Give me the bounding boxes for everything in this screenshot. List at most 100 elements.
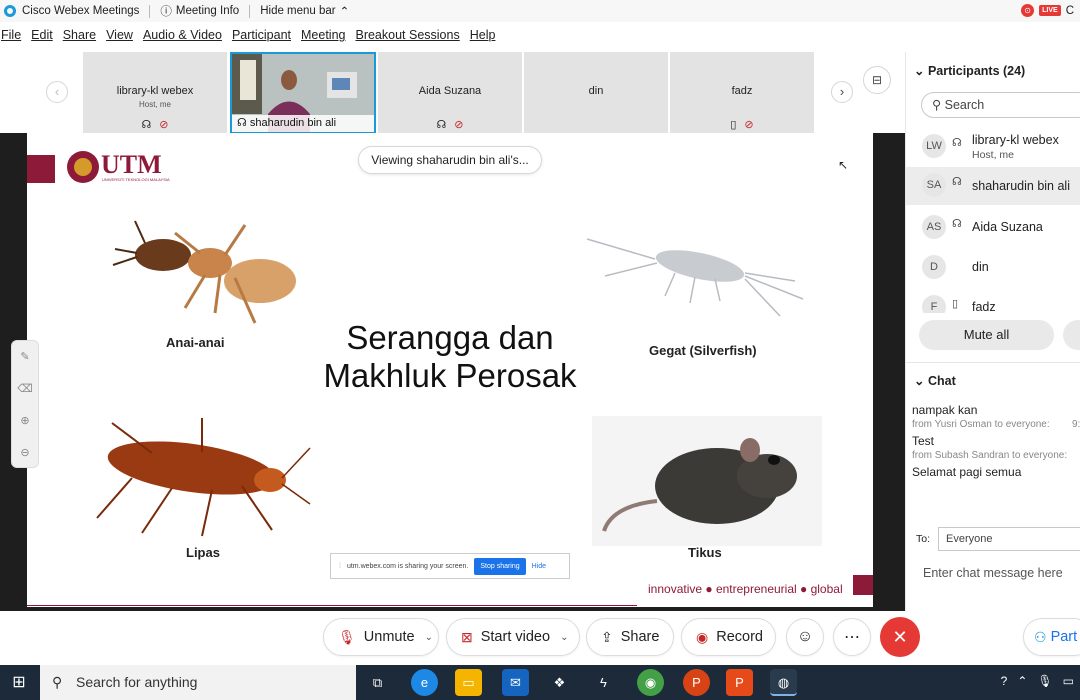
utm-emblem-icon [67, 151, 99, 183]
video-tile[interactable]: library-kl webex Host, me ☊ ⊘ [83, 52, 227, 134]
dropbox-icon[interactable]: ❖ [546, 669, 573, 696]
video-tile[interactable]: Aida Suzana ☊ ⊘ [378, 52, 522, 134]
menu-edit[interactable]: Edit [31, 28, 53, 48]
unmute-button[interactable]: 🎙 Unmute ⌄ [323, 618, 439, 656]
participant-name: Aida Suzana [972, 220, 1043, 234]
chat-title: Chat [927, 374, 956, 388]
chevron-up-icon[interactable]: ⌃ [1017, 674, 1027, 688]
menu-share[interactable]: Share [63, 28, 96, 48]
audio-icon: ☊ [952, 218, 962, 230]
tile-name: library-kl webex [116, 85, 194, 97]
share-button[interactable]: ⇪ Share [586, 618, 674, 656]
taskbar-search-input[interactable]: ⚲ Search for anything [40, 665, 356, 700]
file-explorer-icon[interactable]: ▭ [455, 669, 482, 696]
edge-browser-icon[interactable]: e [411, 669, 438, 696]
drag-handle-icon[interactable]: ⁞ [339, 563, 341, 570]
chat-message: Test [912, 434, 935, 448]
stop-sharing-button[interactable]: Stop sharing [474, 557, 526, 575]
participants-header[interactable]: ⌄ Participants (24) [914, 63, 1025, 78]
participants-toggle-button[interactable]: ⚇ Part [1023, 618, 1080, 656]
share-label: Share [620, 629, 660, 645]
participant-name: shaharudin bin ali [972, 179, 1070, 193]
start-video-button[interactable]: ⊠ Start video ⌄ [446, 618, 580, 656]
zoom-out-icon[interactable]: ⊖ [12, 437, 38, 469]
termite-image [112, 220, 296, 324]
more-icon: ⋯ [844, 629, 860, 646]
reactions-button[interactable]: ☺ [786, 618, 824, 656]
mail-icon[interactable]: ✉ [502, 669, 529, 696]
menu-breakout-sessions[interactable]: Breakout Sessions [355, 28, 459, 48]
unmute-all-button[interactable] [1063, 320, 1080, 350]
leave-meeting-button[interactable]: ✕ [880, 617, 920, 657]
divider [149, 4, 151, 18]
participant-search-input[interactable]: ⚲ Search [921, 92, 1080, 118]
participant-row[interactable]: LW ☊ library-kl webex Host, me [906, 128, 1080, 166]
powerpoint-file-icon[interactable]: P [726, 669, 753, 696]
hide-menu-bar-button[interactable]: Hide menu bar ⌃ [260, 4, 349, 18]
menu-help[interactable]: Help [470, 28, 496, 48]
divider [906, 362, 1080, 363]
screen-sharing-bar: ⁞ utm.webex.com is sharing your screen. … [330, 553, 570, 579]
taskbar-search-placeholder: Search for anything [76, 674, 198, 690]
more-options-button[interactable]: ⋯ [833, 618, 871, 656]
pointer-icon[interactable]: ✎ [12, 341, 38, 373]
menu-view[interactable]: View [106, 28, 133, 48]
chevron-up-icon: ⌃ [339, 6, 350, 18]
slide-brand-bar [27, 155, 55, 183]
chevron-down-icon[interactable]: ⌄ [560, 632, 568, 643]
hide-sharing-bar-button[interactable]: Hide [532, 563, 546, 570]
utm-logo-subtitle: UNIVERSITI TEKNOLOGI MALAYSIA [102, 177, 170, 182]
avatar: LW [922, 134, 946, 158]
caption-silverfish: Gegat (Silverfish) [649, 343, 757, 358]
microphone-icon[interactable]: 🎙 [1037, 674, 1052, 688]
hide-menu-bar-label: Hide menu bar [260, 5, 336, 17]
chat-header[interactable]: ⌄ Chat [914, 373, 956, 388]
menu-audio-video[interactable]: Audio & Video [143, 28, 222, 48]
slide-title: Serangga dan Makhluk Perosak [323, 319, 577, 394]
eraser-icon[interactable]: ⌫ [12, 373, 38, 405]
menu-file[interactable]: File [1, 28, 21, 48]
video-tile[interactable]: din [524, 52, 668, 134]
caption-cockroach: Lipas [186, 545, 220, 560]
help-icon[interactable]: ? [1001, 674, 1008, 688]
chevron-down-icon: ⌄ [914, 374, 925, 388]
chat-to-label: To: [916, 533, 931, 545]
powerpoint-icon[interactable]: P [683, 669, 710, 696]
record-label: Record [716, 629, 763, 645]
layout-toggle-button[interactable]: ⊟ [863, 66, 891, 94]
person-icon: ⚇ [1034, 628, 1047, 645]
participant-row[interactable]: D din [906, 249, 1080, 287]
record-button[interactable]: ◉ Record [681, 618, 776, 656]
strip-prev-button[interactable]: ‹ [46, 81, 68, 103]
chat-recipient-select[interactable]: Everyone [938, 527, 1080, 551]
window-titlebar: Cisco Webex Meetings ⓘ Meeting Info Hide… [0, 0, 1080, 22]
video-tile[interactable]: fadz ▯ ⊘ [670, 52, 814, 134]
lightning-app-icon[interactable]: ϟ [590, 669, 617, 696]
chat-message-input[interactable]: Enter chat message here [923, 566, 1063, 580]
participants-title: Participants (24) [927, 64, 1026, 78]
silverfish-image [586, 238, 804, 317]
viewing-indicator[interactable]: Viewing shaharudin bin ali's... [358, 146, 542, 174]
chevron-down-icon[interactable]: ⌄ [425, 632, 433, 643]
participant-row[interactable]: F ▯ fadz [906, 289, 1080, 313]
close-icon: ✕ [892, 627, 908, 647]
video-tile-active-speaker[interactable]: ☊ shaharudin bin ali [230, 52, 376, 134]
zoom-in-icon[interactable]: ⊕ [12, 405, 38, 437]
tile-name-bar: ☊ shaharudin bin ali [232, 115, 374, 132]
participant-row[interactable]: AS ☊ Aida Suzana [906, 209, 1080, 247]
avatar: F [922, 295, 946, 313]
windows-start-icon[interactable]: ⊞ [0, 665, 38, 700]
meeting-info-button[interactable]: ⓘ Meeting Info [160, 3, 239, 19]
strip-next-button[interactable]: › [831, 81, 853, 103]
chrome-icon[interactable]: ◉ [637, 669, 664, 696]
menu-participant[interactable]: Participant [232, 28, 291, 48]
avatar: SA [922, 173, 946, 197]
participant-row[interactable]: SA ☊ shaharudin bin ali [906, 167, 1080, 205]
task-view-icon[interactable]: ⧉ [364, 669, 391, 696]
webex-taskbar-icon[interactable]: ◍ [770, 669, 797, 696]
menu-meeting[interactable]: Meeting [301, 28, 345, 48]
network-icon[interactable]: ▭ [1063, 674, 1074, 688]
mute-all-button[interactable]: Mute all [919, 320, 1054, 350]
video-strip: ‹ library-kl webex Host, me ☊ ⊘ ☊ shaharu… [0, 52, 905, 134]
titlebar-overflow[interactable]: C [1066, 5, 1074, 17]
